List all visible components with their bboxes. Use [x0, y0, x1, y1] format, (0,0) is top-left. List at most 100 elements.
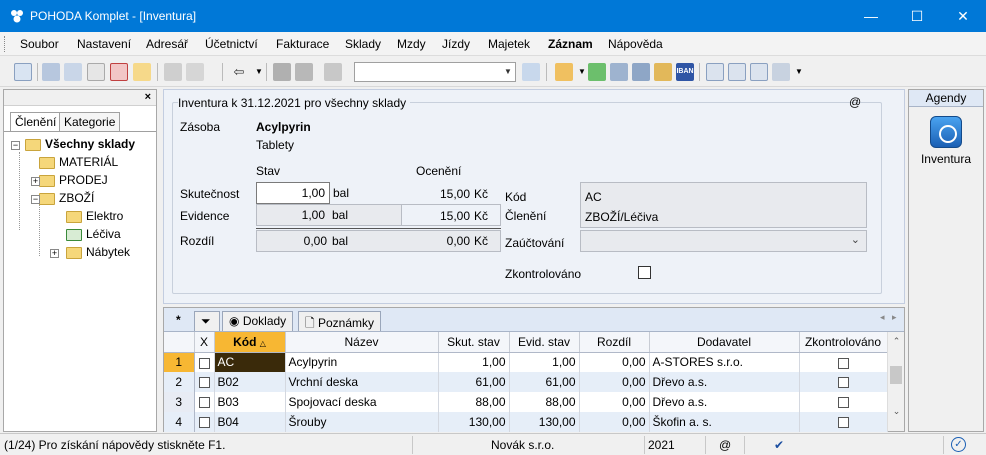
clipboard-icon[interactable]	[324, 63, 342, 81]
cell-rozdil[interactable]: 0,00	[579, 352, 650, 372]
cell-rozdil[interactable]: 0,00	[579, 392, 650, 412]
zkontrolovano-checkbox[interactable]	[638, 266, 651, 279]
row-select-cell[interactable]	[194, 352, 215, 372]
column-header-dodavatel[interactable]: Dodavatel	[649, 332, 800, 353]
cell-rozdil[interactable]: 0,00	[579, 412, 650, 432]
help-cursor-icon[interactable]	[772, 63, 790, 81]
edit-tool-icon[interactable]	[186, 63, 204, 81]
column-header-evid-stav[interactable]: Evid. stav	[509, 332, 580, 353]
send-icon[interactable]	[133, 63, 151, 81]
print-preview-icon[interactable]	[87, 63, 105, 81]
tree-item-nabytek[interactable]: + Nábytek	[50, 245, 130, 263]
calculator-icon[interactable]	[610, 63, 628, 81]
cell-skut-stav[interactable]: 1,00	[438, 352, 510, 372]
agenda-list-icon[interactable]	[14, 63, 32, 81]
scroll-up-icon[interactable]: ⌃	[888, 336, 905, 347]
tab-scroll-right-icon[interactable]: ▸	[892, 312, 897, 323]
minimize-button[interactable]: —	[848, 0, 894, 32]
document-icon[interactable]	[555, 63, 573, 81]
menu-adresar[interactable]: Adresář	[146, 37, 188, 51]
list-icon[interactable]	[728, 63, 746, 81]
row-select-cell[interactable]	[194, 372, 215, 392]
cell-nazev[interactable]: Acylpyrin	[285, 352, 439, 372]
zkontrolovano-row-checkbox[interactable]	[837, 357, 849, 369]
cell-evid-stav[interactable]: 88,00	[509, 392, 580, 412]
row-checkbox[interactable]	[198, 417, 210, 429]
close-button[interactable]: ✕	[940, 0, 986, 32]
expand-icon[interactable]: +	[50, 249, 59, 258]
row-checkbox[interactable]	[198, 377, 210, 389]
row-select-cell[interactable]	[194, 412, 215, 432]
column-header-rozdil[interactable]: Rozdíl	[579, 332, 650, 353]
tab-cleneni[interactable]: Členění	[10, 112, 62, 132]
cell-rozdil[interactable]: 0,00	[579, 372, 650, 392]
mark-icon[interactable]	[164, 63, 182, 81]
vertical-scrollbar[interactable]: ⌃ ⌄	[887, 332, 904, 431]
row-checkbox[interactable]	[198, 397, 210, 409]
cell-zkontrolovano[interactable]	[799, 412, 888, 432]
column-header-nazev[interactable]: Název	[285, 332, 439, 353]
cell-skut-stav[interactable]: 130,00	[438, 412, 510, 432]
cell-dodavatel[interactable]: Dřevo a.s.	[649, 372, 800, 392]
coins-icon[interactable]	[654, 63, 672, 81]
cell-kod[interactable]: AC	[214, 352, 286, 372]
column-header-zkontrolovano[interactable]: Zkontrolováno	[799, 332, 888, 353]
chevron-down-icon[interactable]: ⌄	[851, 233, 860, 246]
filter-tab-icon[interactable]: ⏷	[194, 311, 220, 331]
tab-kategorie[interactable]: Kategorie	[59, 112, 121, 132]
menu-napoveda[interactable]: Nápověda	[608, 37, 663, 51]
cell-nazev[interactable]: Vrchní deska	[285, 372, 439, 392]
column-header-skut-stav[interactable]: Skut. stav	[438, 332, 510, 353]
skutecnost-qty-input[interactable]: 1,00	[256, 182, 330, 204]
tree-item-leciva[interactable]: Léčiva	[66, 227, 121, 245]
expand-icon[interactable]: +	[31, 177, 40, 186]
collapse-icon[interactable]: −	[11, 141, 20, 150]
new-record-icon[interactable]: *	[176, 313, 181, 327]
at-icon[interactable]: @	[849, 95, 861, 109]
zkontrolovano-row-checkbox[interactable]	[837, 377, 849, 389]
window-icon[interactable]	[706, 63, 724, 81]
money-icon[interactable]	[588, 63, 606, 81]
table-row[interactable]: 1 AC Acylpyrin 1,00 1,00 0,00 A-STORES s…	[164, 352, 888, 372]
back-arrow-icon[interactable]: ⇦	[230, 63, 248, 81]
maximize-button[interactable]: ☐	[894, 0, 940, 32]
online-status-icon[interactable]: ✓	[951, 437, 966, 452]
table-icon[interactable]	[632, 63, 650, 81]
row-select-cell[interactable]	[194, 392, 215, 412]
copy-record-icon[interactable]	[42, 63, 60, 81]
cell-dodavatel[interactable]: Škofin a. s.	[649, 412, 800, 432]
zkontrolovano-row-checkbox[interactable]	[837, 397, 849, 409]
close-icon[interactable]: ×	[145, 91, 151, 103]
table-row[interactable]: 3 B03 Spojovací deska 88,00 88,00 0,00 D…	[164, 392, 888, 412]
detail-icon[interactable]	[750, 63, 768, 81]
chevron-down-icon[interactable]: ▼	[790, 63, 808, 81]
inventura-agenda-label[interactable]: Inventura	[909, 152, 983, 166]
scroll-down-icon[interactable]: ⌄	[888, 406, 905, 417]
status-at[interactable]: @	[719, 438, 731, 452]
save-icon[interactable]	[273, 63, 291, 81]
tree-root[interactable]: − Všechny sklady	[11, 137, 135, 155]
cell-zkontrolovano[interactable]	[799, 372, 888, 392]
cell-nazev[interactable]: Šrouby	[285, 412, 439, 432]
cell-evid-stav[interactable]: 130,00	[509, 412, 580, 432]
menu-soubor[interactable]: Soubor	[20, 37, 59, 51]
iban-icon[interactable]: IBAN	[676, 63, 694, 81]
table-row[interactable]: 4 B04 Šrouby 130,00 130,00 0,00 Škofin a…	[164, 412, 888, 432]
tab-poznamky[interactable]: 🗋 Poznámky	[298, 311, 382, 331]
menu-nastaveni[interactable]: Nastavení	[77, 37, 131, 51]
scrollbar-thumb[interactable]	[890, 366, 902, 384]
tree-item-zbozi[interactable]: − ZBOŽÍ	[31, 191, 94, 209]
menu-sklady[interactable]: Sklady	[345, 37, 381, 51]
cell-nazev[interactable]: Spojovací deska	[285, 392, 439, 412]
tab-scroll-left-icon[interactable]: ◂	[880, 312, 885, 323]
menu-ucetnictvi[interactable]: Účetnictví	[205, 37, 258, 51]
cell-kod[interactable]: B04	[214, 412, 286, 432]
tree-item-prodej[interactable]: + PRODEJ	[31, 173, 108, 191]
chevron-down-icon[interactable]: ▼	[501, 63, 515, 81]
cell-skut-stav[interactable]: 88,00	[438, 392, 510, 412]
inventura-agenda-icon[interactable]	[930, 116, 962, 148]
cell-zkontrolovano[interactable]	[799, 352, 888, 372]
menu-grip[interactable]	[4, 36, 7, 52]
table-row[interactable]: 2 B02 Vrchní deska 61,00 61,00 0,00 Dřev…	[164, 372, 888, 392]
cell-dodavatel[interactable]: A-STORES s.r.o.	[649, 352, 800, 372]
